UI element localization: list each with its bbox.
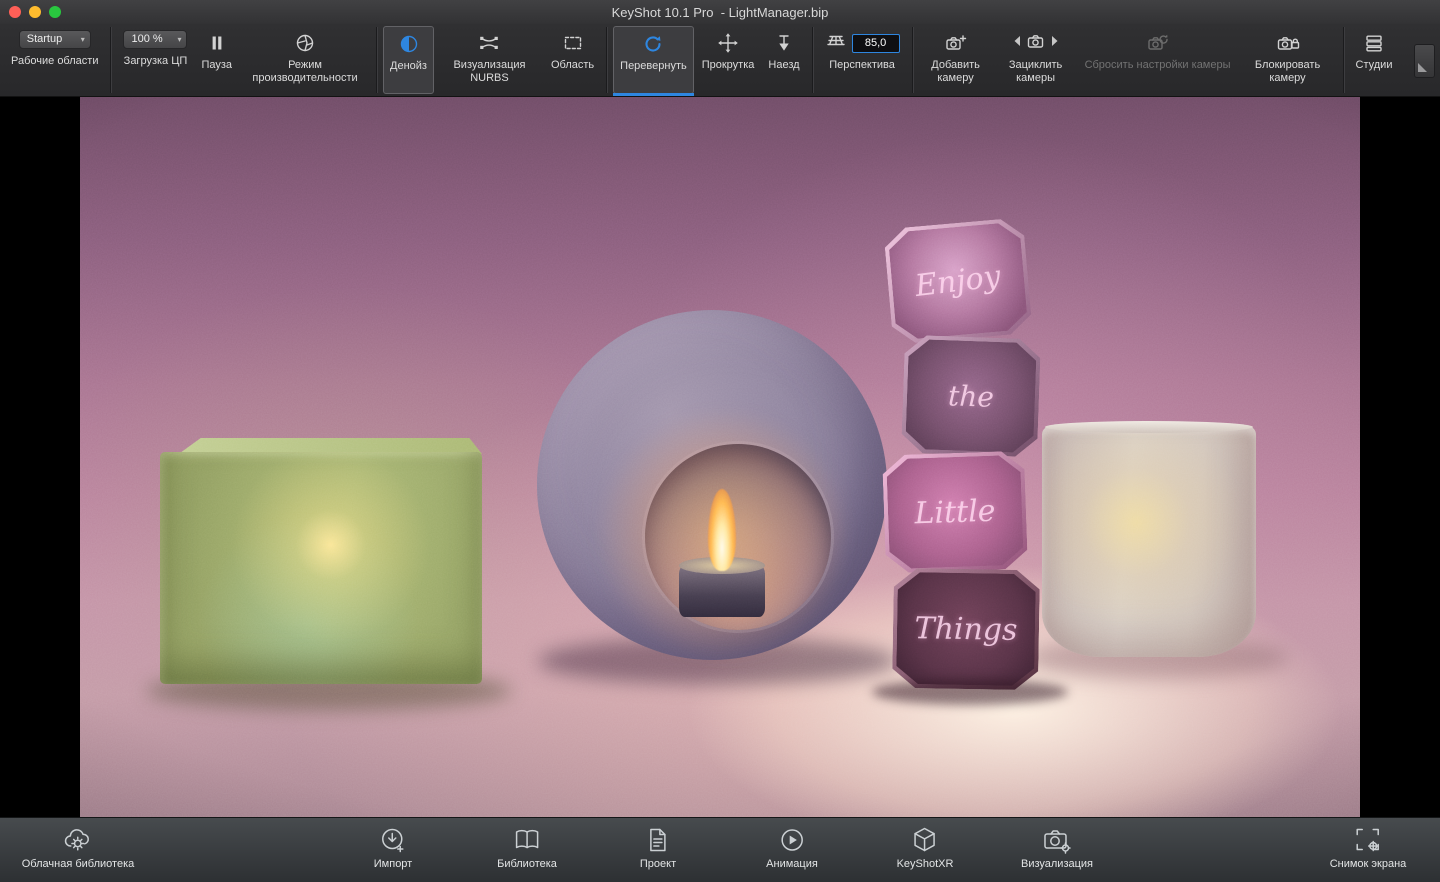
- cpu-usage-value: 100 %: [131, 33, 162, 46]
- nurbs-label: Визуализация NURBS: [442, 59, 537, 85]
- window-title: KeyShot 10.1 Pro - LightManager.bip: [612, 5, 829, 20]
- tumble-label: Перевернуть: [620, 60, 687, 73]
- dolly-button[interactable]: Наезд: [761, 24, 806, 96]
- tumble-button[interactable]: Перевернуть: [613, 26, 694, 94]
- reset-camera-icon: [1146, 30, 1170, 56]
- reset-camera-label: Сбросить настройки камеры: [1085, 59, 1231, 72]
- viewport-background: Enjoy the Little Things: [0, 97, 1440, 817]
- cloud-library-button[interactable]: Облачная библиотека: [22, 825, 135, 870]
- studios-icon: [1363, 30, 1385, 56]
- cpu-usage-dropdown[interactable]: 100 % ▾: [123, 30, 187, 49]
- keyshotxr-icon: [910, 825, 940, 855]
- perspective-grid-icon: [825, 30, 847, 56]
- cpu-usage-group: 100 % ▾ Загрузка ЦП: [116, 24, 194, 96]
- workspace-dropdown-value: Startup: [27, 33, 62, 46]
- perspective-input[interactable]: [852, 34, 900, 53]
- toolbar-divider: [376, 27, 377, 93]
- region-button[interactable]: Область: [544, 24, 601, 96]
- next-camera-icon[interactable]: [1051, 35, 1059, 51]
- import-label: Импорт: [374, 858, 412, 870]
- studios-button[interactable]: Студии: [1349, 24, 1400, 96]
- cloud-library-icon: [62, 825, 94, 855]
- chevron-down-icon: ▾: [177, 35, 181, 44]
- performance-mode-icon: [294, 30, 316, 56]
- library-label: Библиотека: [497, 858, 557, 870]
- pan-icon: [717, 30, 739, 56]
- toolbar-divider: [1343, 27, 1344, 93]
- pause-icon: [206, 30, 228, 56]
- panel-toggle-button[interactable]: [1414, 44, 1435, 78]
- pan-button[interactable]: Прокрутка: [695, 24, 762, 96]
- cpu-usage-label: Загрузка ЦП: [124, 55, 188, 68]
- render-label: Визуализация: [1021, 858, 1093, 870]
- animation-button[interactable]: Анимация: [766, 825, 818, 870]
- chevron-down-icon: ▾: [81, 35, 85, 44]
- nurbs-rendering-button[interactable]: Визуализация NURBS: [435, 24, 544, 96]
- minimize-window-button[interactable]: [29, 6, 41, 18]
- denoise-button[interactable]: Денойз: [383, 26, 434, 94]
- pan-label: Прокрутка: [702, 59, 755, 72]
- cycle-cameras-label: Зациклить камеры: [1001, 59, 1071, 85]
- toolbar-divider: [606, 27, 607, 93]
- camera-icon: [1026, 30, 1046, 56]
- import-icon: [378, 825, 408, 855]
- workspace-label: Рабочие области: [11, 55, 98, 68]
- denoise-label: Денойз: [390, 60, 427, 73]
- nurbs-icon: [478, 30, 500, 56]
- bottom-toolbar: Облачная библиотека Импорт Библиотека Пр…: [0, 817, 1440, 882]
- region-label: Область: [551, 59, 594, 72]
- studios-label: Студии: [1356, 59, 1393, 72]
- add-camera-button[interactable]: Добавить камеру: [918, 24, 994, 96]
- perspective-group: Перспектива: [818, 24, 907, 96]
- pause-button[interactable]: Пауза: [194, 24, 239, 96]
- keyshotxr-label: KeyShotXR: [897, 858, 954, 870]
- traffic-lights: [9, 6, 61, 18]
- cycle-cameras-button[interactable]: Зациклить камеры: [994, 24, 1078, 96]
- lock-camera-icon: [1276, 30, 1300, 56]
- previous-camera-icon[interactable]: [1013, 35, 1021, 51]
- render-button[interactable]: Визуализация: [1021, 825, 1093, 870]
- region-icon: [562, 30, 584, 56]
- pause-label: Пауза: [201, 59, 232, 72]
- toolbar-divider: [110, 27, 111, 93]
- dolly-label: Наезд: [768, 59, 799, 72]
- denoise-icon: [398, 31, 420, 57]
- workspace-group: Startup ▾ Рабочие области: [4, 24, 105, 96]
- add-camera-label: Добавить камеру: [925, 59, 987, 85]
- project-label: Проект: [640, 858, 676, 870]
- keyshotxr-button[interactable]: KeyShotXR: [897, 825, 954, 870]
- screenshot-icon: [1353, 825, 1383, 855]
- import-button[interactable]: Импорт: [374, 825, 412, 870]
- close-window-button[interactable]: [9, 6, 21, 18]
- project-icon: [643, 825, 673, 855]
- performance-mode-label: Режим производительности: [246, 59, 364, 85]
- reset-camera-button: Сбросить настройки камеры: [1078, 24, 1238, 96]
- dolly-icon: [773, 30, 795, 56]
- screenshot-button[interactable]: Снимок экрана: [1330, 825, 1407, 870]
- realtime-render-view[interactable]: Enjoy the Little Things: [80, 97, 1360, 817]
- main-toolbar: Startup ▾ Рабочие области 100 % ▾ Загруз…: [0, 24, 1440, 97]
- toolbar-divider: [912, 27, 913, 93]
- screenshot-label: Снимок экрана: [1330, 858, 1407, 870]
- toolbar-divider: [812, 27, 813, 93]
- animation-icon: [777, 825, 807, 855]
- workspace-dropdown[interactable]: Startup ▾: [19, 30, 91, 49]
- window-titlebar: KeyShot 10.1 Pro - LightManager.bip: [0, 0, 1440, 25]
- performance-mode-button[interactable]: Режим производительности: [239, 24, 371, 96]
- library-button[interactable]: Библиотека: [497, 825, 557, 870]
- cloud-library-label: Облачная библиотека: [22, 858, 135, 870]
- perspective-label: Перспектива: [829, 59, 895, 72]
- render-vignette: [80, 97, 1360, 817]
- zoom-window-button[interactable]: [49, 6, 61, 18]
- lock-camera-button[interactable]: Блокировать камеру: [1238, 24, 1338, 96]
- lock-camera-label: Блокировать камеру: [1245, 59, 1331, 85]
- add-camera-icon: [944, 30, 968, 56]
- project-button[interactable]: Проект: [640, 825, 676, 870]
- render-icon: [1041, 825, 1073, 855]
- library-icon: [512, 825, 542, 855]
- tumble-icon: [642, 31, 664, 57]
- animation-label: Анимация: [766, 858, 818, 870]
